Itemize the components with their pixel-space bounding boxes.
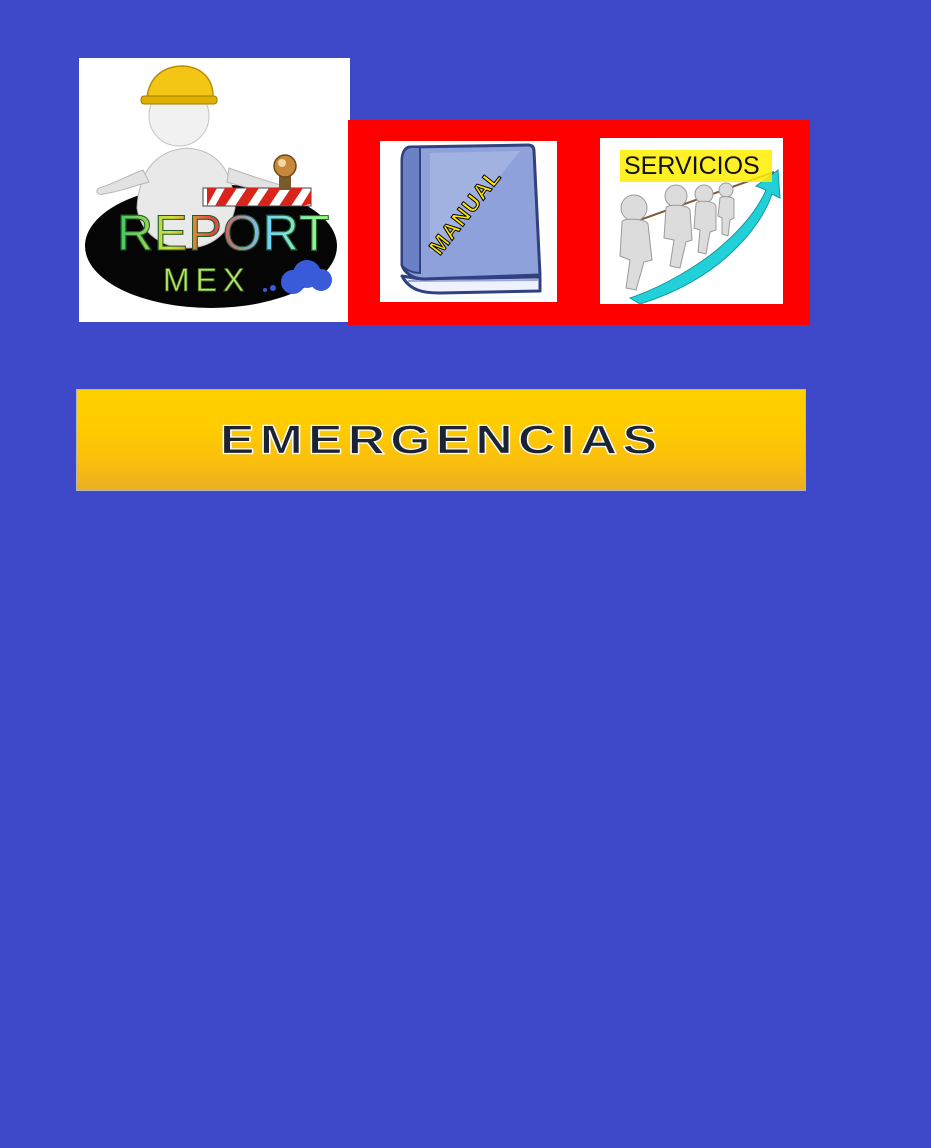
servicios-button[interactable]: SERVICIOS xyxy=(600,138,783,304)
nav-panel: MANUAL SERVICIOS xyxy=(348,120,810,325)
construction-worker-icon xyxy=(85,65,337,308)
report-mex-logo: REPORT MEX xyxy=(79,58,350,322)
servicios-label: SERVICIOS xyxy=(624,152,760,180)
emergencias-button[interactable]: EMERGENCIAS xyxy=(76,389,806,491)
manual-button[interactable]: MANUAL xyxy=(380,141,557,302)
emergencias-label: EMERGENCIAS xyxy=(219,417,663,463)
